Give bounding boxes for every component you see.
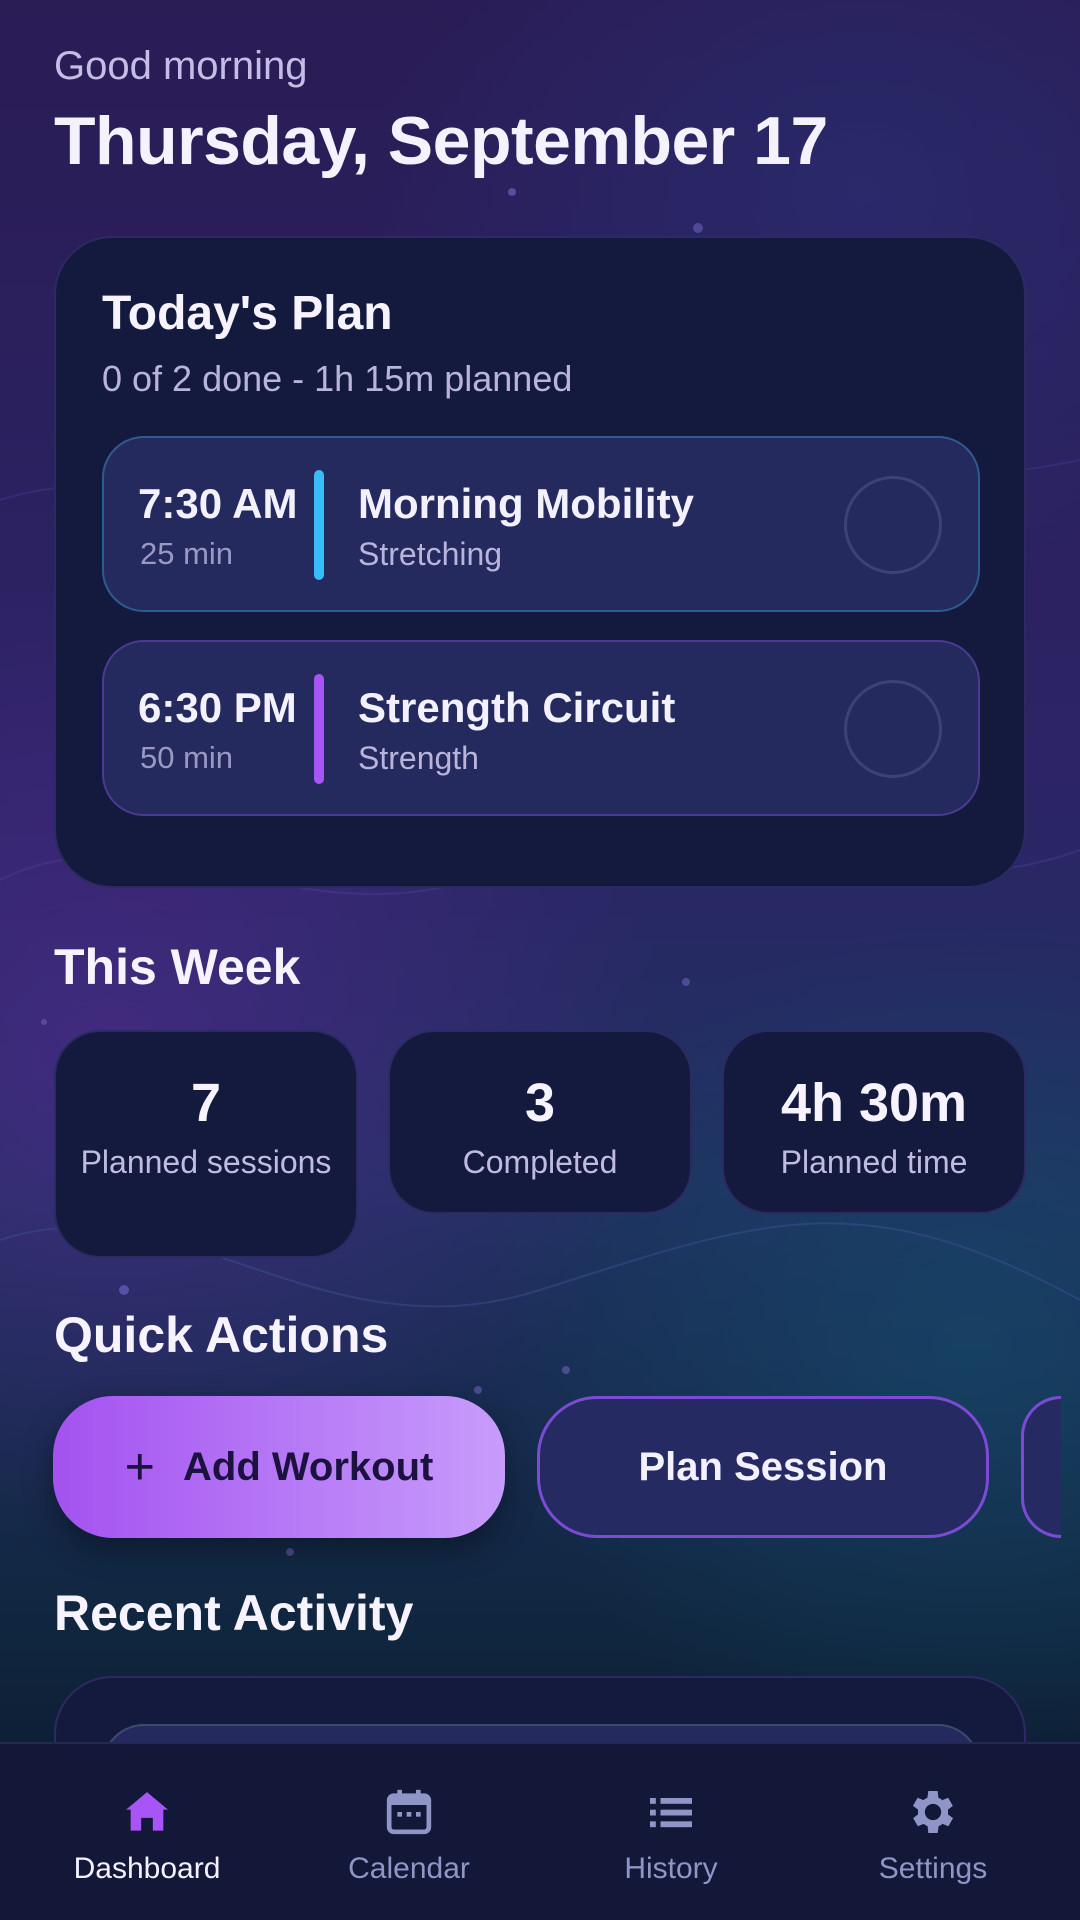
plan-session-label: Plan Session (638, 1444, 888, 1489)
session-name: Morning Mobility (358, 480, 694, 527)
todays-plan-summary: 0 of 2 done - 1h 15m planned (102, 358, 573, 399)
quick-action-overflow-button[interactable] (1021, 1396, 1061, 1538)
session-type: Strength (358, 740, 479, 776)
nav-label: Settings (878, 1852, 988, 1885)
home-icon (126, 1792, 168, 1831)
stat-planned-sessions: 7 Planned sessions (54, 1030, 358, 1258)
session-complete-checkbox[interactable] (844, 476, 942, 574)
session-time: 7:30 AM (138, 480, 298, 527)
nav-item-dashboard[interactable]: Dashboard (12, 1744, 282, 1920)
stat-planned-time: 4h 30m Planned time (722, 1030, 1026, 1214)
page-title: Thursday, September 17 (54, 103, 828, 179)
plus-icon: + (124, 1438, 156, 1496)
nav-label: History (624, 1852, 718, 1885)
recent-activity-title: Recent Activity (54, 1585, 414, 1641)
session-color-bar (314, 674, 324, 784)
add-workout-label: Add Workout (183, 1444, 434, 1489)
plan-session-button[interactable]: Plan Session (537, 1396, 989, 1538)
this-week-title: This Week (54, 939, 301, 995)
nav-label: Dashboard (73, 1852, 221, 1885)
greeting-text: Good morning (54, 44, 308, 88)
todays-plan-title: Today's Plan (102, 287, 393, 340)
session-complete-checkbox[interactable] (844, 680, 942, 778)
session-color-bar (314, 470, 324, 580)
session-card-morning-mobility[interactable]: 7:30 AM 25 min Morning Mobility Stretchi… (102, 436, 980, 612)
session-duration: 25 min (140, 536, 234, 571)
stat-label: Completed (462, 1144, 618, 1180)
quick-actions-title: Quick Actions (54, 1307, 389, 1363)
nav-item-calendar[interactable]: Calendar (274, 1744, 544, 1920)
nav-label: Calendar (348, 1852, 470, 1885)
todays-plan-card: Today's Plan 0 of 2 done - 1h 15m planne… (54, 236, 1026, 888)
stat-label: Planned time (780, 1144, 968, 1180)
stat-value: 7 (190, 1073, 222, 1133)
session-time: 6:30 PM (138, 684, 297, 731)
session-duration: 50 min (140, 740, 234, 775)
stat-label: Planned sessions (80, 1144, 332, 1180)
nav-item-settings[interactable]: Settings (798, 1744, 1068, 1920)
stat-value: 4h 30m (780, 1073, 968, 1133)
session-card-strength-circuit[interactable]: 6:30 PM 50 min Strength Circuit Strength (102, 640, 980, 816)
nav-item-history[interactable]: History (536, 1744, 806, 1920)
add-workout-button[interactable]: + Add Workout (53, 1396, 505, 1538)
session-name: Strength Circuit (358, 684, 676, 731)
list-icon (650, 1798, 692, 1828)
session-type: Stretching (358, 536, 503, 572)
calendar-icon (386, 1789, 432, 1835)
stat-value: 3 (524, 1073, 556, 1133)
gear-icon (912, 1791, 954, 1833)
stat-completed: 3 Completed (388, 1030, 692, 1214)
bottom-navigation: Dashboard Calendar History Settings (0, 1742, 1080, 1920)
